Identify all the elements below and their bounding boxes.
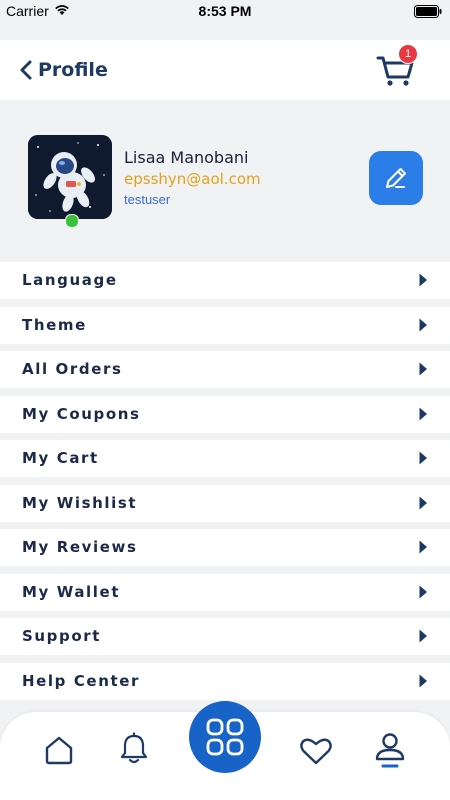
home-icon[interactable] [43, 734, 75, 766]
heart-icon[interactable] [299, 736, 333, 766]
chevron-right-icon [419, 407, 427, 420]
menu-item-my-reviews[interactable]: My Reviews [0, 529, 450, 566]
menu-item-language[interactable]: Language [0, 262, 450, 299]
menu-item-theme[interactable]: Theme [0, 306, 450, 344]
menu-item-my-coupons[interactable]: My Coupons [0, 395, 450, 433]
menu-item-label: Support [22, 627, 102, 645]
menu-item-all-orders[interactable]: All Orders [0, 351, 450, 388]
app-header: Profile [0, 40, 450, 100]
grid-icon [206, 718, 244, 756]
chevron-right-icon [419, 540, 427, 554]
cart-count-badge: 1 [398, 44, 418, 64]
chevron-right-icon [419, 585, 427, 598]
menu-item-label: All Orders [22, 360, 123, 378]
user-name: Lisaa Manobani [124, 148, 249, 167]
menu-item-my-wallet[interactable]: My Wallet [0, 573, 450, 611]
profile-icon[interactable] [374, 732, 406, 772]
menu-item-my-wishlist[interactable]: My Wishlist [0, 484, 450, 522]
avatar[interactable] [28, 135, 112, 219]
online-status-dot [65, 214, 79, 228]
back-button[interactable]: Profile [18, 56, 108, 84]
menu-item-help-center[interactable]: Help Center [0, 662, 450, 700]
settings-menu: Language Theme All Orders My Coupons My … [0, 262, 450, 707]
menu-item-label: Help Center [22, 671, 141, 690]
battery-icon [414, 5, 442, 18]
categories-button[interactable] [189, 701, 261, 773]
menu-item-label: My Cart [22, 449, 99, 467]
chevron-right-icon [419, 674, 427, 687]
menu-item-support[interactable]: Support [0, 618, 450, 655]
menu-item-my-cart[interactable]: My Cart [0, 440, 450, 477]
user-handle: testuser [124, 192, 171, 207]
chevron-right-icon [419, 362, 427, 376]
chevron-right-icon [419, 496, 427, 509]
chevron-right-icon [419, 273, 427, 287]
chevron-right-icon [419, 451, 427, 465]
page-title: Profile [38, 59, 108, 81]
edit-profile-button[interactable] [369, 151, 423, 205]
menu-item-label: My Reviews [22, 538, 138, 556]
status-bar: Carrier 8:53 PM [0, 0, 450, 24]
pencil-icon [386, 168, 406, 188]
menu-item-label: Theme [22, 315, 87, 334]
astronaut-avatar-image [28, 135, 112, 219]
menu-item-label: My Wishlist [22, 493, 138, 512]
menu-item-label: My Coupons [22, 404, 141, 423]
status-time: 8:53 PM [198, 3, 252, 19]
chevron-right-icon [419, 629, 427, 643]
menu-item-label: My Wallet [22, 582, 121, 601]
user-email: epsshyn@aol.com [124, 170, 261, 188]
chevron-right-icon [419, 318, 427, 331]
bell-icon[interactable] [118, 732, 150, 766]
menu-item-label: Language [22, 271, 118, 289]
profile-card: Lisaa Manobani epsshyn@aol.com testuser [0, 100, 450, 260]
chevron-left-icon [20, 60, 32, 80]
